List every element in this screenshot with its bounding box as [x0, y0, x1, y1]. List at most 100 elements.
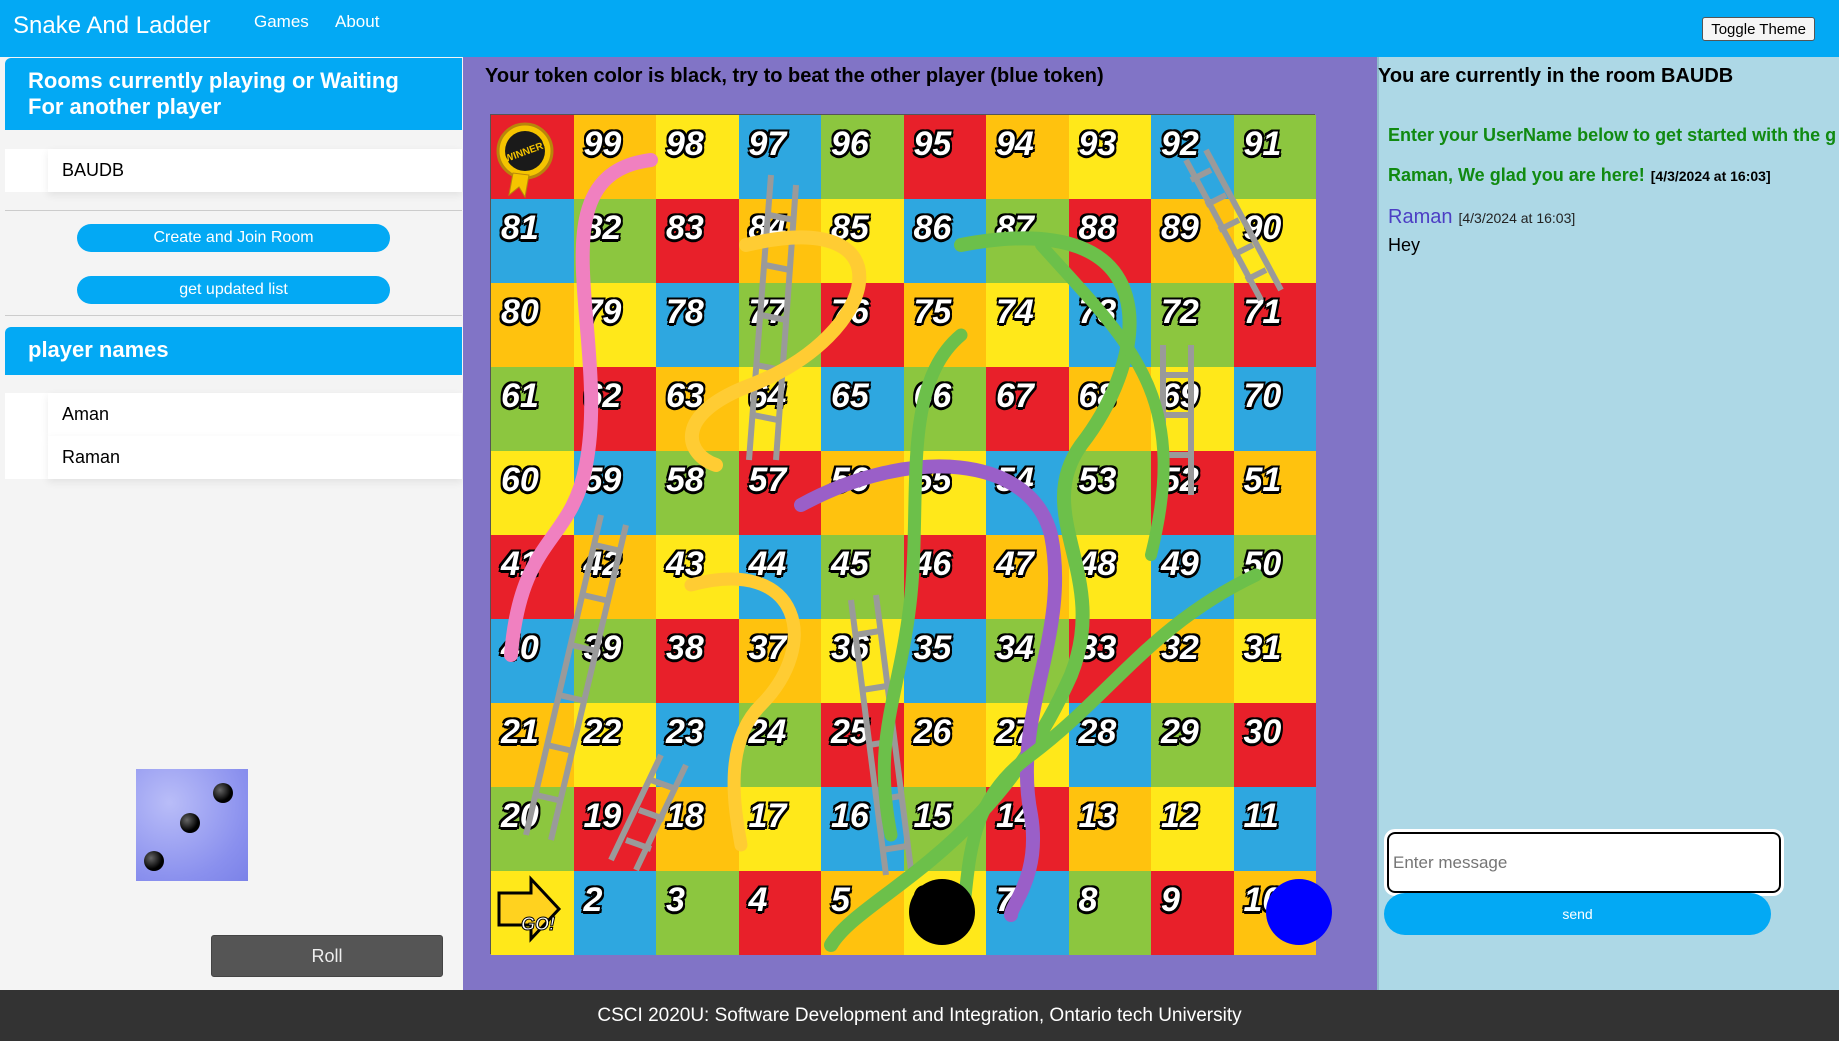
board-square: 90	[1233, 199, 1316, 283]
board-square: 53	[1068, 451, 1151, 535]
square-number: 81	[501, 209, 539, 247]
board-square: 24	[738, 703, 821, 787]
token-color-message: Your token color is black, try to beat t…	[485, 65, 1104, 87]
brand-title[interactable]: Snake And Ladder	[13, 12, 211, 40]
square-number: 73	[1078, 293, 1117, 331]
board-square: 74	[986, 283, 1069, 367]
board-square: 64	[738, 367, 821, 451]
square-number: 25	[831, 713, 869, 751]
message-input[interactable]	[1384, 829, 1784, 896]
square-number: 42	[583, 545, 622, 583]
board-square: 7	[986, 871, 1069, 955]
board-square: 12	[1151, 787, 1234, 871]
create-join-room-button[interactable]: Create and Join Room	[77, 224, 390, 252]
board-square: 45	[821, 535, 904, 619]
square-number: 47	[996, 545, 1034, 583]
board-square: 56	[821, 451, 904, 535]
board-square: 37	[738, 619, 821, 703]
square-number: 33	[1078, 629, 1117, 667]
square-number: 34	[996, 629, 1034, 667]
board-square: 32	[1151, 619, 1234, 703]
board-square: 91	[1233, 115, 1316, 199]
room-row-gutter	[5, 149, 48, 192]
roll-button[interactable]: Roll	[211, 935, 443, 977]
square-number: 99	[583, 125, 622, 163]
board-square: 70	[1233, 367, 1316, 451]
board-square: 81	[491, 199, 574, 283]
square-number: 98	[666, 125, 704, 163]
dice-face	[136, 769, 248, 881]
board-square: 27	[986, 703, 1069, 787]
board-square: 28	[1068, 703, 1151, 787]
square-number: 85	[831, 209, 869, 247]
board-square: 38	[656, 619, 739, 703]
square-number: 67	[996, 377, 1034, 415]
square-number: 72	[1161, 293, 1199, 331]
square-number: 16	[831, 797, 869, 835]
square-number: 70	[1243, 377, 1282, 415]
board-square: 99	[573, 115, 656, 199]
board-square: 95	[903, 115, 986, 199]
square-number: 65	[831, 377, 869, 415]
player-item-raman: Raman	[48, 436, 462, 479]
board-square: 42	[573, 535, 656, 619]
square-number: 94	[996, 125, 1034, 163]
square-number: 46	[913, 545, 952, 583]
board-square: 69	[1151, 367, 1234, 451]
square-number: 71	[1243, 293, 1282, 331]
board-square: 39	[573, 619, 656, 703]
board-square: 94	[986, 115, 1069, 199]
square-number: 23	[666, 713, 704, 751]
square-number: 43	[666, 545, 704, 583]
board-square: 96	[821, 115, 904, 199]
top-navbar: Snake And Ladder Games About Toggle Them…	[0, 0, 1839, 57]
board-square: 88	[1068, 199, 1151, 283]
player-item-aman: Aman	[48, 393, 462, 436]
board-square: 30	[1233, 703, 1316, 787]
dice-pip	[213, 783, 233, 803]
chat-message-header: Raman [4/3/2024 at 16:03]	[1388, 206, 1575, 229]
board-square: 82	[573, 199, 656, 283]
square-number: 51	[1243, 461, 1282, 499]
board-square: 80	[491, 283, 574, 367]
nav-link-about[interactable]: About	[335, 12, 379, 32]
square-number: 69	[1161, 377, 1199, 415]
square-number: 52	[1161, 461, 1199, 499]
get-updated-list-button[interactable]: get updated list	[77, 276, 390, 304]
board-square: 61	[491, 367, 574, 451]
board-square: 46	[903, 535, 986, 619]
room-item-baudb[interactable]: BAUDB	[48, 149, 462, 192]
welcome-message: Raman, We glad you are here! [4/3/2024 at…	[1388, 165, 1771, 186]
square-number: 14	[996, 797, 1034, 835]
square-number: 8	[1078, 881, 1098, 919]
square-number: 39	[583, 629, 622, 667]
board-square: 41	[491, 535, 574, 619]
square-number: 68	[1078, 377, 1117, 415]
square-number: 7	[996, 881, 1015, 919]
board-square: 9	[1151, 871, 1234, 955]
square-number: 86	[913, 209, 952, 247]
toggle-theme-button[interactable]: Toggle Theme	[1702, 17, 1815, 41]
send-button[interactable]: send	[1384, 893, 1771, 935]
board-square: 20	[491, 787, 574, 871]
square-number: 84	[748, 209, 787, 247]
board-square: 73	[1068, 283, 1151, 367]
dice-pip	[144, 851, 164, 871]
square-number: 78	[666, 293, 704, 331]
nav-link-games[interactable]: Games	[254, 12, 309, 32]
board-square: 52	[1151, 451, 1234, 535]
square-number: 28	[1078, 713, 1117, 751]
player-token-black	[909, 879, 975, 945]
left-sidebar: Rooms currently playing or Waiting For a…	[0, 57, 463, 990]
board-square: 86	[903, 199, 986, 283]
board-square: 84	[738, 199, 821, 283]
square-number: 21	[501, 713, 539, 751]
square-number: 38	[666, 629, 704, 667]
board-square: 21	[491, 703, 574, 787]
square-number: 89	[1161, 209, 1199, 247]
board-square: 55	[903, 451, 986, 535]
board-square: 54	[986, 451, 1069, 535]
square-number: 12	[1161, 797, 1199, 835]
board-square	[491, 115, 574, 199]
square-number: 91	[1243, 125, 1282, 163]
